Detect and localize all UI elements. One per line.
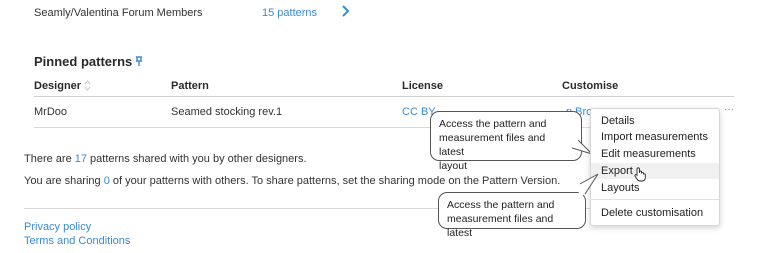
tooltip-top-line-1: Access the pattern and bbox=[439, 118, 547, 130]
header-customise: Customise bbox=[562, 80, 619, 92]
row-designer: MrDoo bbox=[34, 106, 68, 118]
customisation-dropdown-menu: Details Import measurements Edit measure… bbox=[590, 108, 720, 226]
tooltip-bottom-line-2: measurement files and latest bbox=[447, 213, 554, 239]
shared-prefix: There are bbox=[24, 153, 75, 165]
tooltip-top-line-3: layout bbox=[439, 160, 468, 172]
export-tooltip-top: Access the pattern and measurement files… bbox=[430, 111, 582, 172]
menu-item-export[interactable]: Export bbox=[591, 163, 719, 179]
privacy-policy-link[interactable]: Privacy policy bbox=[24, 221, 91, 233]
menu-item-edit-measurements[interactable]: Edit measurements bbox=[591, 146, 719, 162]
table-header-divider bbox=[34, 96, 734, 97]
sharing-prefix: You are sharing bbox=[24, 175, 104, 187]
tooltip-bottom-line-1: Access the pattern and bbox=[447, 199, 555, 211]
sharing-info-text: You are sharing 0 of your patterns with … bbox=[24, 175, 560, 187]
shared-suffix: patterns shared with you by other design… bbox=[87, 153, 307, 165]
menu-item-details[interactable]: Details bbox=[591, 113, 719, 129]
patterns-count-link[interactable]: 15 patterns bbox=[262, 7, 317, 19]
more-options-icon[interactable]: ··· bbox=[724, 104, 734, 115]
sort-icon[interactable] bbox=[84, 80, 91, 94]
pinned-patterns-heading: Pinned patterns bbox=[34, 54, 133, 69]
menu-item-import-measurements[interactable]: Import measurements bbox=[591, 129, 719, 145]
menu-separator bbox=[591, 199, 719, 200]
shared-with-you-text: There are 17 patterns shared with you by… bbox=[24, 153, 307, 165]
tooltip-bottom-pointer bbox=[578, 172, 600, 203]
header-designer[interactable]: Designer bbox=[34, 80, 81, 92]
header-license: License bbox=[402, 80, 443, 92]
export-tooltip-bottom: Access the pattern and measurement files… bbox=[438, 192, 586, 239]
group-name: Seamly/Valentina Forum Members bbox=[34, 7, 203, 19]
hand-cursor-icon bbox=[634, 167, 646, 185]
pin-icon bbox=[135, 56, 143, 70]
tooltip-top-line-2: measurement files and latest bbox=[439, 132, 546, 158]
header-pattern: Pattern bbox=[171, 80, 209, 92]
terms-link[interactable]: Terms and Conditions bbox=[24, 235, 130, 247]
menu-item-delete-customisation[interactable]: Delete customisation bbox=[591, 205, 719, 221]
menu-item-layouts[interactable]: Layouts bbox=[591, 180, 719, 196]
shared-count-link[interactable]: 17 bbox=[75, 153, 87, 165]
sharing-suffix: of your patterns with others. To share p… bbox=[109, 175, 561, 187]
chevron-right-icon[interactable] bbox=[341, 4, 351, 21]
row-pattern[interactable]: Seamed stocking rev.1 bbox=[171, 106, 282, 118]
